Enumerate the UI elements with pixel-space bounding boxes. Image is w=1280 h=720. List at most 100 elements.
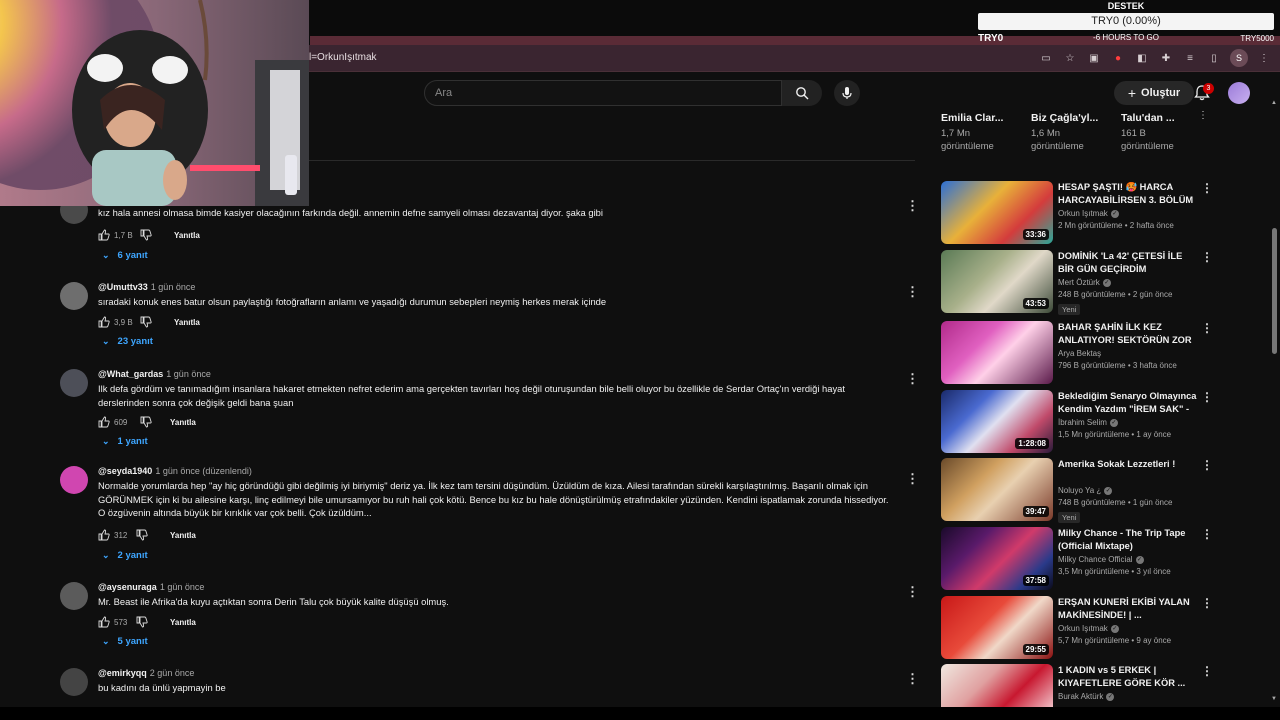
media-control-icon[interactable]: ≡ bbox=[1182, 50, 1198, 66]
view-replies-button[interactable]: ⌄ 1 yanıt bbox=[102, 436, 148, 447]
video-thumbnail[interactable]: 39:47 bbox=[941, 458, 1053, 521]
video-more-icon[interactable]: ⋮ bbox=[1201, 250, 1213, 264]
video-more-icon[interactable]: ⋮ bbox=[1201, 664, 1213, 678]
voice-search-button[interactable] bbox=[834, 80, 860, 106]
recommended-video-card[interactable]: 37:58 Milky Chance - The Trip Tape (Offic… bbox=[941, 527, 1213, 591]
video-more-icon[interactable]: ⋮ bbox=[1201, 458, 1213, 472]
recommended-video-card[interactable]: BAHAR ŞAHİN İLK KEZ ANLATIYOR! SEKTÖRÜN … bbox=[941, 321, 1213, 385]
comment-time[interactable]: 2 gün önce bbox=[150, 668, 195, 678]
recommended-video-card[interactable]: 1:28:08 Beklediğim Senaryo Olmayınca Kend… bbox=[941, 390, 1213, 454]
video-channel[interactable]: İbrahim Selim bbox=[1058, 418, 1107, 427]
comment-author-avatar[interactable] bbox=[60, 466, 88, 494]
video-channel[interactable]: Noluyo Ya ¿ bbox=[1058, 486, 1101, 495]
comment-more-icon[interactable]: ⋮ bbox=[906, 198, 919, 214]
video-channel[interactable]: Mert Öztürk bbox=[1058, 278, 1100, 287]
video-title[interactable]: Milky Chance - The Trip Tape (Official M… bbox=[1058, 527, 1198, 553]
video-more-icon[interactable]: ⋮ bbox=[1201, 596, 1213, 610]
comment-more-icon[interactable]: ⋮ bbox=[906, 284, 919, 300]
video-channel[interactable]: Milky Chance Official bbox=[1058, 555, 1133, 564]
video-channel[interactable]: Burak Aktürk bbox=[1058, 692, 1103, 701]
view-replies-button[interactable]: ⌄ 5 yanıt bbox=[102, 636, 148, 647]
video-channel[interactable]: Arya Bektaş bbox=[1058, 349, 1101, 358]
reply-button[interactable]: Yanıtla bbox=[170, 531, 196, 540]
reply-button[interactable]: Yanıtla bbox=[174, 318, 200, 327]
comment-author[interactable]: @emirkyqq bbox=[98, 668, 147, 678]
video-title[interactable]: Beklediğim Senaryo Olmayınca Kendim Yazd… bbox=[1058, 390, 1198, 416]
puzzle-extensions-icon[interactable]: ✚ bbox=[1158, 50, 1174, 66]
video-channel[interactable]: Orkun Işıtmak bbox=[1058, 209, 1108, 218]
create-button[interactable]: + Oluştur bbox=[1114, 81, 1194, 105]
extension-icon-2[interactable]: ● bbox=[1110, 50, 1126, 66]
profile-avatar[interactable]: S bbox=[1230, 49, 1248, 67]
video-more-icon[interactable]: ⋮ bbox=[1201, 390, 1213, 404]
video-title[interactable]: BAHAR ŞAHİN İLK KEZ ANLATIYOR! SEKTÖRÜN … bbox=[1058, 321, 1198, 347]
recommended-video-card[interactable]: 33:36 HESAP ŞAŞTI! 🥵 HARCA HARCAYABİLİRSE… bbox=[941, 181, 1213, 245]
search-input[interactable]: Ara bbox=[424, 80, 782, 106]
video-title[interactable]: 1 KADIN vs 5 ERKEK | KIYAFETLERE GÖRE KÖ… bbox=[1058, 664, 1198, 690]
view-replies-button[interactable]: ⌄ 2 yanıt bbox=[102, 550, 148, 561]
video-channel[interactable]: Orkun Işıtmak bbox=[1058, 624, 1108, 633]
comment-more-icon[interactable]: ⋮ bbox=[906, 371, 919, 387]
short-item[interactable]: Talu'dan ... 161 B görüntüleme bbox=[1121, 112, 1205, 153]
video-title[interactable]: Amerika Sokak Lezzetleri ! bbox=[1058, 458, 1198, 484]
video-more-icon[interactable]: ⋮ bbox=[1201, 321, 1213, 335]
url-text[interactable]: l=OrkunIşıtmak bbox=[309, 52, 377, 63]
short-item[interactable]: Biz Çağla'yl... 1,6 Mn görüntüleme bbox=[1031, 112, 1115, 153]
bookmark-star-icon[interactable]: ☆ bbox=[1062, 50, 1078, 66]
short-item[interactable]: Emilia Clar... 1,7 Mn görüntüleme bbox=[941, 112, 1025, 153]
dislike-button[interactable] bbox=[136, 529, 148, 543]
video-title[interactable]: ERŞAN KUNERİ EKİBİ YALAN MAKİNESİNDE! | … bbox=[1058, 596, 1198, 622]
short-more-icon[interactable]: ⋮ bbox=[1198, 110, 1208, 121]
dislike-button[interactable] bbox=[140, 229, 152, 243]
recommended-video-card[interactable]: 29:55 ERŞAN KUNERİ EKİBİ YALAN MAKİNESİND… bbox=[941, 596, 1213, 660]
like-button[interactable]: 573 bbox=[98, 616, 127, 628]
comment-author-avatar[interactable] bbox=[60, 582, 88, 610]
video-more-icon[interactable]: ⋮ bbox=[1201, 181, 1213, 195]
extension-icon-1[interactable]: ▣ bbox=[1086, 50, 1102, 66]
dislike-button[interactable] bbox=[140, 416, 152, 430]
dislike-button[interactable] bbox=[136, 616, 148, 630]
cast-icon[interactable]: ▭ bbox=[1038, 50, 1054, 66]
reply-button[interactable]: Yanıtla bbox=[170, 418, 196, 427]
reply-button[interactable]: Yanıtla bbox=[174, 231, 200, 240]
like-button[interactable]: 1,7 B bbox=[98, 229, 133, 241]
comment-time[interactable]: 1 gün önce bbox=[160, 582, 205, 592]
video-title[interactable]: HESAP ŞAŞTI! 🥵 HARCA HARCAYABİLİRSEN 3. … bbox=[1058, 181, 1198, 207]
sidebar-toggle-icon[interactable]: ▯ bbox=[1206, 50, 1222, 66]
recommended-video-card[interactable]: 43:53 DOMİNİK 'La 42' ÇETESİ İLE BİR GÜN … bbox=[941, 250, 1213, 315]
comment-more-icon[interactable]: ⋮ bbox=[906, 584, 919, 600]
video-thumbnail[interactable]: 33:36 bbox=[941, 181, 1053, 244]
scrollbar-thumb[interactable] bbox=[1272, 228, 1277, 354]
view-replies-button[interactable]: ⌄ 23 yanıt bbox=[102, 336, 153, 347]
comment-more-icon[interactable]: ⋮ bbox=[906, 671, 919, 687]
comment-time[interactable]: 1 gün önce bbox=[166, 369, 211, 379]
comment-author-avatar[interactable] bbox=[60, 282, 88, 310]
video-title[interactable]: DOMİNİK 'La 42' ÇETESİ İLE BİR GÜN GEÇİR… bbox=[1058, 250, 1198, 276]
reply-button[interactable]: Yanıtla bbox=[170, 618, 196, 627]
like-button[interactable]: 609 bbox=[98, 416, 127, 428]
browser-menu-icon[interactable]: ⋮ bbox=[1256, 50, 1272, 66]
like-button[interactable]: 312 bbox=[98, 529, 127, 541]
view-replies-button[interactable]: ⌄ 6 yanıt bbox=[102, 250, 148, 261]
scroll-down-arrow-icon[interactable]: ▼ bbox=[1271, 696, 1277, 702]
search-button[interactable] bbox=[782, 80, 822, 106]
comment-more-icon[interactable]: ⋮ bbox=[906, 471, 919, 487]
like-button[interactable]: 3,9 B bbox=[98, 316, 133, 328]
comment-author[interactable]: @Umuttv33 bbox=[98, 282, 148, 292]
video-more-icon[interactable]: ⋮ bbox=[1201, 527, 1213, 541]
comment-time[interactable]: 1 gün önce (düzenlendi) bbox=[155, 466, 252, 476]
recommended-video-card[interactable]: 39:47 Amerika Sokak Lezzetleri ! Noluyo Ya… bbox=[941, 458, 1213, 523]
comment-author[interactable]: @aysenuraga bbox=[98, 582, 157, 592]
scrollbar-track[interactable] bbox=[1272, 112, 1278, 707]
comment-author[interactable]: @What_gardas bbox=[98, 369, 163, 379]
translate-icon[interactable]: ◧ bbox=[1134, 50, 1150, 66]
dislike-button[interactable] bbox=[140, 316, 152, 330]
video-thumbnail[interactable] bbox=[941, 321, 1053, 384]
comment-author-avatar[interactable] bbox=[60, 668, 88, 696]
comment-author-avatar[interactable] bbox=[60, 369, 88, 397]
video-thumbnail[interactable]: 29:55 bbox=[941, 596, 1053, 659]
video-thumbnail[interactable]: 43:53 bbox=[941, 250, 1053, 313]
comment-author[interactable]: @seyda1940 bbox=[98, 466, 152, 476]
account-avatar[interactable] bbox=[1228, 82, 1250, 104]
video-thumbnail[interactable]: 1:28:08 bbox=[941, 390, 1053, 453]
